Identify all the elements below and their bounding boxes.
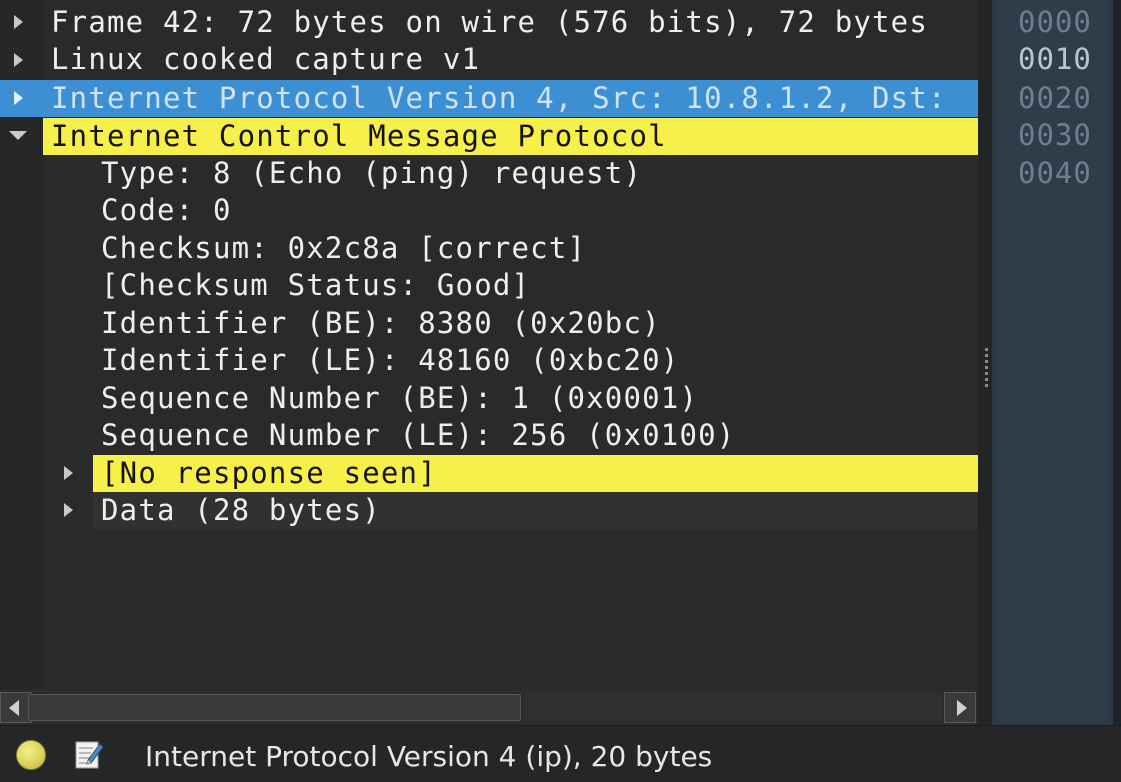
tree-item-linux-cooked-capture[interactable]: Linux cooked capture v1: [43, 41, 978, 78]
pane-splitter-handle[interactable]: [978, 0, 992, 782]
arrow-right-icon: [957, 700, 967, 716]
tree-item-label: Linux cooked capture v1: [51, 42, 481, 76]
packet-details-tree[interactable]: Frame 42: 72 bytes on wire (576 bits), 7…: [0, 0, 978, 690]
tree-item-identifier-le[interactable]: Identifier (LE): 48160 (0xbc20): [93, 342, 978, 379]
collapse-arrow-icon[interactable]: [9, 131, 27, 140]
scrollbar-thumb[interactable]: [28, 694, 521, 721]
tree-item-label: [Checksum Status: Good]: [101, 268, 531, 302]
status-bar: Internet Protocol Version 4 (ip), 20 byt…: [0, 725, 1121, 782]
bytes-pane-edge: [1113, 0, 1121, 725]
tree-item-label: Internet Protocol Version 4, Src: 10.8.1…: [51, 81, 947, 115]
scroll-right-button[interactable]: [944, 692, 976, 723]
tree-item-label: Code: 0: [101, 193, 232, 227]
expand-arrow-icon[interactable]: [64, 466, 73, 480]
byte-offset: 0000: [1018, 5, 1092, 39]
tree-item-label: Type: 8 (Echo (ping) request): [101, 156, 643, 190]
tree-item-icmp[interactable]: Internet Control Message Protocol: [43, 118, 978, 155]
tree-item-label: Frame 42: 72 bytes on wire (576 bits), 7…: [51, 5, 928, 39]
grip-dot: [985, 366, 988, 369]
tree-item-icmp-type[interactable]: Type: 8 (Echo (ping) request): [93, 155, 978, 192]
tree-item-sequence-be[interactable]: Sequence Number (BE): 1 (0x0001): [93, 380, 978, 417]
expand-arrow-icon[interactable]: [64, 503, 73, 517]
tree-item-ipv4-selected[interactable]: Internet Protocol Version 4, Src: 10.8.1…: [43, 80, 978, 117]
arrow-left-icon: [9, 700, 19, 716]
byte-offset: 0040: [1018, 156, 1092, 190]
grip-dot: [985, 360, 988, 363]
grip-dot: [985, 354, 988, 357]
grip-dot: [985, 372, 988, 375]
tree-item-icmp-checksum[interactable]: Checksum: 0x2c8a [correct]: [93, 230, 978, 267]
tree-item-label: Sequence Number (BE): 1 (0x0001): [101, 381, 699, 415]
expand-arrow-icon[interactable]: [14, 15, 23, 29]
tree-item-frame[interactable]: Frame 42: 72 bytes on wire (576 bits), 7…: [43, 4, 978, 41]
expand-arrow-icon[interactable]: [14, 53, 23, 67]
tree-item-sequence-le[interactable]: Sequence Number (LE): 256 (0x0100): [93, 417, 978, 454]
tree-item-checksum-status[interactable]: [Checksum Status: Good]: [93, 267, 978, 304]
capture-comment-icon[interactable]: [74, 738, 104, 770]
tree-item-icmp-code[interactable]: Code: 0: [93, 192, 978, 229]
scrollbar-track[interactable]: [524, 694, 942, 721]
expand-arrow-icon[interactable]: [14, 91, 23, 105]
tree-item-label: Internet Control Message Protocol: [51, 119, 667, 153]
grip-dot: [985, 384, 988, 387]
tree-item-data[interactable]: Data (28 bytes): [93, 492, 978, 529]
grip-dot: [985, 348, 988, 351]
byte-offset: 0020: [1018, 81, 1092, 115]
packet-bytes-pane[interactable]: 0000 0010 0020 0030 0040: [992, 0, 1113, 725]
tree-item-label: Data (28 bytes): [101, 493, 381, 527]
tree-item-label: Sequence Number (LE): 256 (0x0100): [101, 418, 736, 452]
byte-offset-active: 0010: [1018, 42, 1092, 76]
tree-item-label: Identifier (LE): 48160 (0xbc20): [101, 343, 680, 377]
status-message: Internet Protocol Version 4 (ip), 20 byt…: [145, 740, 713, 773]
tree-item-no-response[interactable]: [No response seen]: [93, 455, 978, 492]
tree-item-label: Identifier (BE): 8380 (0x20bc): [101, 306, 661, 340]
byte-offset: 0030: [1018, 118, 1092, 152]
bytes-offset-column: 0000 0010 0020 0030 0040: [998, 0, 1106, 725]
grip-dot: [985, 378, 988, 381]
details-horizontal-scrollbar[interactable]: [0, 690, 978, 725]
tree-item-label: [No response seen]: [101, 456, 437, 490]
expert-info-led-icon[interactable]: [16, 740, 46, 770]
tree-item-identifier-be[interactable]: Identifier (BE): 8380 (0x20bc): [93, 305, 978, 342]
tree-item-label: Checksum: 0x2c8a [correct]: [101, 231, 587, 265]
